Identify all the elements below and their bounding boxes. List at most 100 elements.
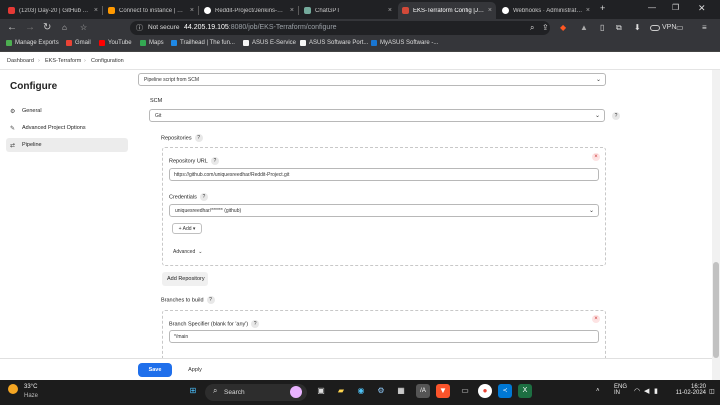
close-window-icon[interactable]: ✕ (698, 3, 706, 14)
close-tab-icon[interactable]: × (94, 7, 98, 14)
scm-select[interactable]: Git ⌄ (149, 109, 605, 122)
repo-url-help-icon[interactable]: ? (210, 157, 219, 165)
bookmark-item[interactable]: MyASUS Software -... (371, 40, 438, 46)
copilot-icon[interactable] (290, 386, 302, 398)
battery-icon[interactable]: ▮ (654, 387, 658, 395)
sidebar-item-pipeline[interactable]: ⇄ Pipeline (6, 138, 128, 152)
chevron-up-icon[interactable]: ˄ (596, 388, 600, 394)
close-tab-icon[interactable]: × (290, 7, 294, 14)
repositories-help-icon[interactable]: ? (194, 134, 203, 142)
file-explorer-icon[interactable]: ▰ (334, 384, 348, 398)
brave-shield-icon[interactable]: ◆ (560, 23, 566, 32)
bookmark-item[interactable]: Gmail (66, 40, 91, 46)
menu-icon[interactable]: ≡ (702, 23, 707, 32)
vscode-icon[interactable]: ≺ (498, 384, 512, 398)
extensions-icon[interactable]: ⧉ (616, 23, 622, 33)
wrench-icon: ✎ (10, 125, 16, 132)
weather-icon[interactable] (8, 384, 18, 394)
search-icon[interactable]: ⌕ (530, 23, 534, 33)
clock[interactable]: 16:20 11-02-2024 (672, 384, 706, 396)
weather-text: Haze (24, 393, 39, 399)
scrollbar-thumb[interactable] (713, 262, 719, 358)
address-bar[interactable]: ⓘ Not secure 44.205.19.105:8080/job/EKS-… (130, 21, 550, 35)
bookmark-star-icon[interactable]: ☆ (80, 23, 87, 32)
delete-branch-icon[interactable]: × (592, 315, 600, 323)
apply-button[interactable]: Apply (178, 363, 212, 377)
pipeline-icon: ⇄ (10, 142, 16, 149)
close-tab-icon[interactable]: × (586, 7, 590, 14)
brave-icon[interactable]: ▼ (436, 384, 450, 398)
bookmark-item[interactable]: Trailhead | The fun... (171, 40, 235, 46)
credentials-help-icon[interactable]: ? (199, 193, 208, 201)
info-icon[interactable]: ⓘ (136, 23, 143, 33)
back-icon[interactable]: ← (7, 22, 17, 33)
add-repository-button[interactable]: Add Repository (162, 272, 208, 286)
sidebar-icon[interactable]: ▯ (600, 23, 604, 32)
wifi-icon[interactable]: ◠ (634, 387, 640, 395)
speaker-icon[interactable]: ◀ (644, 387, 649, 395)
branch-spec-label: Branch Specifier (blank for 'any')? (169, 320, 260, 328)
bookmark-item[interactable]: ASUS E-Service (243, 40, 296, 46)
breadcrumb-project[interactable]: EKS-Terraform (45, 58, 81, 64)
new-tab-button[interactable]: + (600, 3, 605, 13)
save-button[interactable]: Save (138, 363, 172, 377)
language-indicator[interactable]: ENG IN (614, 384, 627, 396)
breadcrumb-dashboard[interactable]: Dashboard (7, 58, 34, 64)
restore-icon[interactable]: ❐ (672, 3, 679, 12)
rewards-icon[interactable]: ▲ (580, 23, 588, 32)
wallet-icon[interactable]: ▭ (676, 23, 684, 32)
chevron-down-icon: ⌄ (595, 77, 601, 83)
advanced-button[interactable]: Advanced ⌄ (169, 246, 209, 257)
notification-icon[interactable]: ◫ (709, 388, 715, 395)
edge-icon[interactable]: ◉ (354, 384, 368, 398)
add-credentials-button[interactable]: + Add ▾ (172, 223, 202, 234)
bookmark-item[interactable]: ASUS Software Port... (300, 40, 368, 46)
browser-tab-active[interactable]: EKS-Terraform Config [Jenkins] × (398, 2, 496, 19)
scm-help-icon[interactable]: ? (612, 112, 620, 120)
close-tab-icon[interactable]: × (190, 7, 194, 14)
app-icon[interactable]: /A (416, 384, 430, 398)
browser-tab[interactable]: Connect to instance | EC2 | us- × (104, 2, 198, 19)
delete-repository-icon[interactable]: × (592, 153, 600, 161)
chrome-icon[interactable]: ● (478, 384, 492, 398)
excel-icon[interactable]: X (518, 384, 532, 398)
browser-tab[interactable]: ChatGPT × (300, 2, 396, 19)
branch-spec-input[interactable]: */main (169, 330, 599, 343)
credentials-select[interactable]: uniquesreedhar/****** (github) ⌄ (169, 204, 599, 217)
breadcrumb-configuration[interactable]: Configuration (91, 58, 124, 64)
browser-tab-strip: (1203) Day-20 | GitHub Actions × Connect… (0, 0, 720, 19)
share-icon[interactable]: ⇪ (542, 23, 549, 32)
repo-url-input[interactable]: https://github.com/uniquesreedhar/Reddit… (169, 168, 599, 181)
close-tab-icon[interactable]: × (488, 7, 492, 14)
browser-tab[interactable]: Reddit-Project/Jenkins-Pipeline × (200, 2, 298, 19)
chevron-down-icon: ⌄ (594, 113, 600, 119)
forward-icon[interactable]: → (25, 22, 35, 33)
search-icon: ⌕ (213, 386, 218, 395)
breadcrumb: Dashboard › EKS-Terraform › Configuratio… (0, 52, 720, 70)
sidebar-item-general[interactable]: ⚙ General (6, 104, 128, 118)
url-text[interactable]: 44.205.19.105:8080/job/EKS-Terraform/con… (184, 24, 337, 31)
bookmark-item[interactable]: YouTube (99, 40, 132, 46)
windows-start-icon[interactable]: ⊞ (186, 384, 200, 398)
gear-icon: ⚙ (10, 108, 16, 115)
vpn-button[interactable]: VPN (650, 24, 676, 31)
store-icon[interactable]: ▦ (394, 384, 408, 398)
bookmark-item[interactable]: Manage Exports (6, 40, 59, 46)
reload-icon[interactable]: ↻ (43, 22, 51, 33)
browser-tab[interactable]: Webhooks · Administration × (498, 2, 594, 19)
definition-select[interactable]: Pipeline script from SCM ⌄ (138, 73, 606, 86)
branches-help-icon[interactable]: ? (206, 296, 215, 304)
branch-spec-help-icon[interactable]: ? (251, 320, 260, 328)
browser-tab[interactable]: (1203) Day-20 | GitHub Actions × (4, 2, 102, 19)
task-view-icon[interactable]: ▣ (314, 384, 328, 398)
sidebar-item-advanced-project-options[interactable]: ✎ Advanced Project Options (6, 121, 128, 135)
bookmark-item[interactable]: Maps (140, 40, 164, 46)
download-icon[interactable]: ⬇ (634, 23, 641, 32)
minimize-icon[interactable]: — (648, 3, 656, 12)
chevron-right-icon: › (38, 58, 40, 64)
close-tab-icon[interactable]: × (388, 7, 392, 14)
weather-temp[interactable]: 33°C (24, 384, 37, 390)
settings-icon[interactable]: ⚙ (374, 384, 388, 398)
app-icon[interactable]: ▭ (458, 384, 472, 398)
home-icon[interactable]: ⌂ (62, 23, 67, 32)
